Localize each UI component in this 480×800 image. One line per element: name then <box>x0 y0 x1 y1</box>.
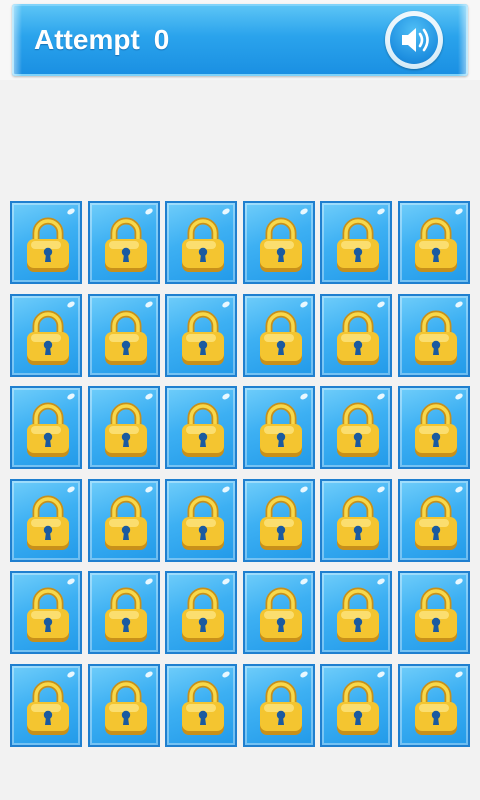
top-bar-frame: Attempt 0 <box>0 0 480 80</box>
locked-card-tile[interactable] <box>10 386 82 469</box>
locked-card-tile[interactable] <box>320 664 392 747</box>
locked-card-tile[interactable] <box>10 479 82 562</box>
attempt-count: 0 <box>153 24 170 55</box>
locked-card-tile[interactable] <box>165 479 237 562</box>
locked-card-tile[interactable] <box>88 664 160 747</box>
locked-card-tile[interactable] <box>243 201 315 284</box>
locked-card-tile[interactable] <box>243 664 315 747</box>
locked-card-tile[interactable] <box>243 294 315 377</box>
locked-card-tile[interactable] <box>398 201 470 284</box>
locked-card-tile[interactable] <box>88 294 160 377</box>
locked-card-tile[interactable] <box>88 571 160 654</box>
locked-card-tile[interactable] <box>243 386 315 469</box>
locked-card-tile[interactable] <box>88 386 160 469</box>
locked-card-tile[interactable] <box>10 294 82 377</box>
locked-card-tile[interactable] <box>10 664 82 747</box>
locked-card-tile[interactable] <box>398 294 470 377</box>
locked-card-tile[interactable] <box>398 386 470 469</box>
locked-card-tile[interactable] <box>165 294 237 377</box>
locked-card-tile[interactable] <box>165 664 237 747</box>
locked-card-tile[interactable] <box>165 201 237 284</box>
locked-card-tile[interactable] <box>165 386 237 469</box>
locked-card-tile[interactable] <box>398 664 470 747</box>
locked-card-tile[interactable] <box>88 479 160 562</box>
locked-card-tile[interactable] <box>398 571 470 654</box>
locked-card-tile[interactable] <box>88 201 160 284</box>
locked-card-tile[interactable] <box>243 571 315 654</box>
locked-card-tile[interactable] <box>243 479 315 562</box>
locked-card-tile[interactable] <box>165 571 237 654</box>
locked-card-tile[interactable] <box>10 201 82 284</box>
locked-card-tile[interactable] <box>320 571 392 654</box>
attempt-counter: Attempt 0 <box>34 24 169 56</box>
speaker-volume-icon <box>402 28 429 52</box>
locked-card-tile[interactable] <box>320 479 392 562</box>
locked-card-tile[interactable] <box>320 294 392 377</box>
sound-toggle-button[interactable] <box>385 11 443 69</box>
locked-card-tile[interactable] <box>398 479 470 562</box>
top-bar: Attempt 0 <box>12 4 468 76</box>
locked-card-tile[interactable] <box>320 386 392 469</box>
locked-card-tile[interactable] <box>10 571 82 654</box>
locked-card-tile[interactable] <box>320 201 392 284</box>
attempt-label: Attempt <box>34 24 140 55</box>
